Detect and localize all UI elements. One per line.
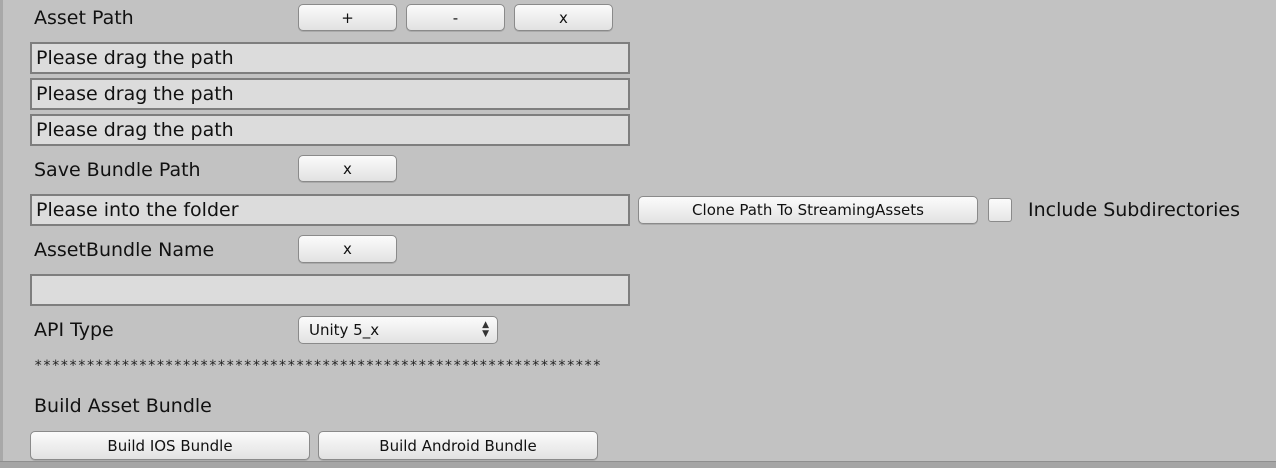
- asset-path-field-3[interactable]: [30, 114, 630, 146]
- save-bundle-path-label: Save Bundle Path: [34, 159, 201, 181]
- clear-save-path-button[interactable]: x: [298, 155, 397, 182]
- build-ios-bundle-button[interactable]: Build IOS Bundle: [30, 431, 310, 460]
- include-subdirectories-checkbox[interactable]: [988, 198, 1012, 222]
- include-subdirectories-label: Include Subdirectories: [1028, 199, 1240, 221]
- separator-stars: ****************************************…: [34, 358, 602, 374]
- clear-paths-button[interactable]: x: [514, 4, 613, 31]
- api-type-label: API Type: [34, 319, 114, 341]
- assetbundle-name-label: AssetBundle Name: [34, 239, 215, 261]
- clear-assetbundle-name-button[interactable]: x: [298, 235, 397, 263]
- save-bundle-path-field[interactable]: [30, 194, 630, 226]
- assetbundle-name-field[interactable]: [30, 274, 630, 306]
- up-down-arrows-icon: ▲ ▼: [482, 320, 489, 339]
- panel-bottom-edge: [0, 461, 1276, 468]
- asset-path-field-1[interactable]: [30, 42, 630, 74]
- clone-path-button[interactable]: Clone Path To StreamingAssets: [638, 196, 978, 224]
- asset-path-label: Asset Path: [34, 7, 134, 29]
- remove-path-button[interactable]: -: [406, 4, 505, 31]
- asset-path-field-2[interactable]: [30, 78, 630, 110]
- panel-left-edge: [0, 0, 3, 468]
- build-android-bundle-button[interactable]: Build Android Bundle: [318, 431, 598, 460]
- api-type-select[interactable]: Unity 5_x ▲ ▼: [298, 316, 498, 344]
- build-asset-bundle-label: Build Asset Bundle: [34, 395, 212, 417]
- api-type-selected-value: Unity 5_x: [309, 321, 380, 339]
- add-path-button[interactable]: +: [298, 4, 397, 31]
